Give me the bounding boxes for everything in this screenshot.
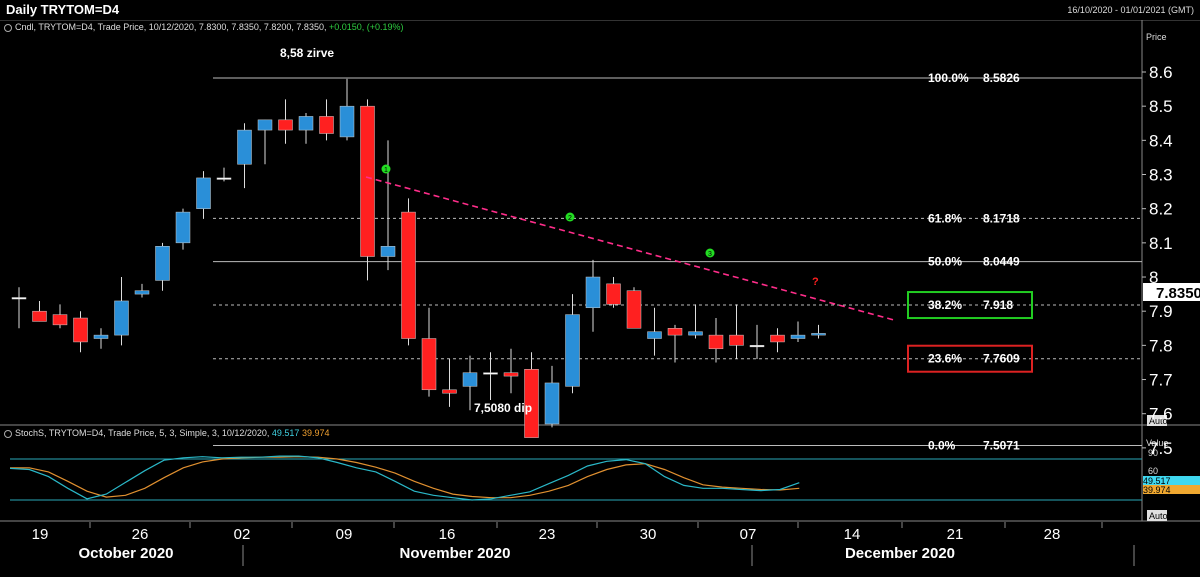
peak-label: 8,58 zirve — [280, 46, 334, 60]
price-axis-title: Price — [1146, 32, 1167, 42]
price-tick-label: 8.2 — [1149, 200, 1173, 219]
candle-body — [811, 333, 826, 336]
candle-body — [11, 297, 27, 300]
fib-value-label: 8.1718 — [983, 211, 1020, 225]
price-tick-label: 8.3 — [1149, 166, 1173, 185]
day-label: 16 — [439, 526, 456, 543]
price-ticks: 8.6 8.5 8.4 8.3 8.2 8.1 8 7.9 7.8 7.7 7.6 7.5 — [1142, 63, 1173, 458]
marker-1-label: 1 — [384, 167, 388, 174]
dip-label: 7,5080 dip — [474, 401, 532, 415]
stoch-auto-label: Auto — [1149, 511, 1168, 521]
fib-value-label: 7.5071 — [983, 438, 1020, 452]
fib-value-label: 8.0449 — [983, 255, 1020, 269]
stoch-d-value: 39.974 — [1143, 485, 1171, 495]
marker-3-label: 3 — [708, 251, 712, 258]
candle-body — [298, 116, 314, 131]
candle-body — [339, 105, 355, 138]
day-label: 21 — [947, 526, 964, 543]
candle-body — [73, 317, 88, 343]
marker-2-label: 2 — [568, 215, 572, 222]
price-tick-label: 7.6 — [1149, 405, 1173, 424]
fib-pct-label: 0.0% — [928, 438, 956, 452]
day-label: 19 — [32, 526, 49, 543]
candle-body — [134, 290, 150, 295]
candle-body — [790, 334, 806, 339]
fib-pct-label: 50.0% — [928, 255, 962, 269]
candle-body — [544, 382, 560, 425]
fib-value-label: 8.5826 — [983, 71, 1020, 85]
question-mark: ? — [812, 276, 819, 288]
fib-pct-label: 23.6% — [928, 352, 962, 366]
price-tick-label: 7.5 — [1149, 439, 1173, 458]
day-label: 02 — [234, 526, 251, 543]
candle-body — [155, 246, 170, 281]
candle-body — [360, 105, 375, 257]
day-label: 09 — [336, 526, 353, 543]
fib-pct-label: 100.0% — [928, 71, 969, 85]
candle-body — [52, 314, 68, 326]
day-label: 26 — [132, 526, 149, 543]
price-tick-label: 7.9 — [1149, 302, 1173, 321]
fib-value-label: 7.918 — [983, 298, 1013, 312]
fib-pct-label: 38.2% — [928, 298, 962, 312]
candlesticks — [11, 78, 826, 438]
candle-body — [93, 334, 109, 339]
fib-value-label: 7.7609 — [983, 352, 1020, 366]
candle-body — [462, 372, 478, 387]
day-label: 23 — [539, 526, 556, 543]
candle-body — [606, 283, 621, 305]
day-label: 28 — [1044, 526, 1061, 543]
candle-body — [278, 119, 293, 131]
candle-body — [175, 211, 191, 244]
fib-pct-label: 61.8% — [928, 211, 962, 225]
candle-body — [749, 345, 765, 348]
month-label: October 2020 — [78, 545, 173, 562]
price-tick-label: 8.1 — [1149, 234, 1173, 253]
candle-body — [565, 314, 580, 387]
candle-body — [688, 331, 703, 336]
day-label: 14 — [844, 526, 861, 543]
candle-body — [647, 331, 662, 339]
candle-body — [585, 276, 601, 309]
candle-body — [626, 290, 642, 329]
price-tick-label: 7.8 — [1149, 336, 1173, 355]
price-tick-label: 8.6 — [1149, 63, 1173, 82]
stoch-tick-60: 60 — [1148, 466, 1158, 476]
price-tick-label: 8 — [1149, 268, 1158, 287]
candle-body — [442, 389, 457, 394]
candle-body — [667, 328, 683, 336]
candle-body — [483, 372, 498, 375]
candle-body — [257, 119, 273, 131]
stoch-d-line — [10, 456, 800, 499]
candle-body — [319, 116, 334, 134]
time-axis: 19 26 02 09 16 23 30 07 14 21 28 October 2020 Novemb… — [32, 522, 1135, 566]
price-tick-label: 8.4 — [1149, 131, 1173, 150]
price-tick-label: 7.7 — [1149, 371, 1173, 390]
stochastic-lines — [9, 455, 800, 501]
day-label: 07 — [740, 526, 757, 543]
candle-body — [729, 334, 744, 346]
candle-body — [216, 177, 232, 180]
candle-body — [503, 372, 519, 377]
candle-body — [421, 338, 437, 391]
month-label: December 2020 — [845, 545, 955, 562]
stoch-k-line — [9, 455, 800, 501]
day-label: 30 — [640, 526, 657, 543]
candle-body — [237, 129, 252, 165]
candle-body — [401, 211, 416, 339]
candle-body — [196, 177, 211, 209]
last-price-label: 7.8350 — [1156, 285, 1200, 302]
candle-body — [114, 300, 129, 336]
candle-body — [380, 246, 396, 257]
candle-body — [770, 334, 785, 343]
chart-canvas[interactable]: Price Value Auto Auto 7.8350 49.517 39.9… — [0, 0, 1200, 577]
price-tick-label: 8.5 — [1149, 97, 1173, 116]
candle-body — [708, 334, 724, 350]
month-label: November 2020 — [400, 545, 511, 562]
candle-body — [32, 310, 47, 322]
